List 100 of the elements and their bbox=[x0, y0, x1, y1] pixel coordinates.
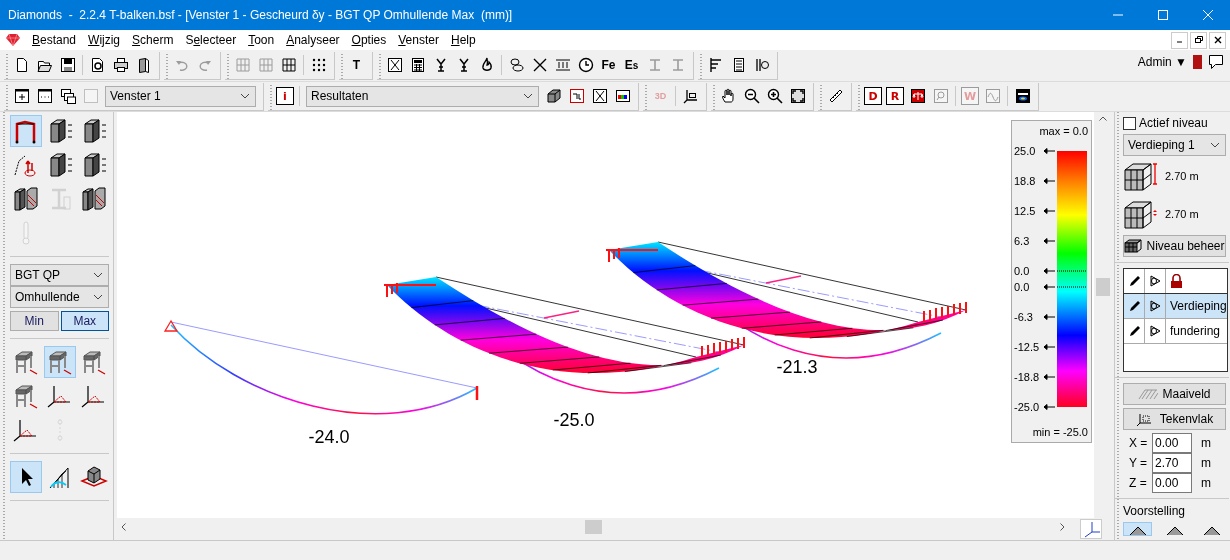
pencil-icon[interactable] bbox=[1127, 324, 1141, 338]
legend-tick-label: -12.5 bbox=[1014, 341, 1040, 353]
save-icon[interactable] bbox=[59, 57, 76, 73]
cube-icon[interactable] bbox=[545, 88, 562, 104]
block-pair-icon[interactable] bbox=[12, 185, 40, 213]
roof-icon[interactable] bbox=[1165, 525, 1184, 535]
scroll-thumb[interactable] bbox=[1096, 278, 1110, 296]
legend-tick-label: 0.0 bbox=[1014, 265, 1030, 277]
hand-icon[interactable] bbox=[720, 88, 737, 104]
menu-item[interactable]: Bestand bbox=[26, 33, 83, 47]
zoom-in-icon[interactable] bbox=[766, 88, 783, 104]
menu-item[interactable]: Wijzig bbox=[82, 33, 127, 47]
printer-icon[interactable] bbox=[112, 57, 129, 73]
load-lines-icon[interactable] bbox=[554, 57, 571, 73]
cascade-icon[interactable] bbox=[59, 88, 76, 104]
menu-item[interactable]: Help bbox=[444, 33, 482, 47]
zoom-out-icon[interactable] bbox=[743, 88, 760, 104]
r-report-button[interactable]: R bbox=[886, 87, 904, 105]
ruler-icon[interactable] bbox=[827, 88, 844, 104]
axes-icon[interactable] bbox=[682, 88, 699, 104]
menu-item[interactable]: Opties bbox=[345, 33, 393, 47]
block-pair-icon[interactable] bbox=[80, 185, 108, 213]
app-icon bbox=[6, 34, 20, 46]
print-preview-icon[interactable] bbox=[89, 57, 106, 73]
window-dropdown[interactable]: Venster 1 bbox=[105, 85, 256, 107]
eye-icon[interactable] bbox=[1148, 274, 1162, 288]
crossed-frame-icon[interactable] bbox=[591, 88, 608, 104]
close-icon[interactable] bbox=[1212, 35, 1223, 45]
blob-icon[interactable] bbox=[508, 57, 525, 73]
calculator-icon[interactable] bbox=[409, 57, 426, 73]
rebar-button[interactable]: Fe bbox=[597, 54, 620, 76]
layer-row[interactable]: Verdieping bbox=[1124, 294, 1227, 319]
tick-arrow bbox=[1043, 178, 1056, 184]
zero-line bbox=[1056, 270, 1088, 272]
new-window-icon[interactable] bbox=[13, 88, 30, 104]
menu-item[interactable]: Scherm bbox=[126, 33, 180, 47]
bracket-frame-icon[interactable] bbox=[568, 88, 585, 104]
coordinate-field[interactable]: 2.70 bbox=[1152, 453, 1192, 473]
color-text-button[interactable]: T bbox=[345, 54, 368, 76]
legend-tick-label: -18.8 bbox=[1014, 371, 1040, 383]
zero-line bbox=[1056, 286, 1088, 288]
dropdown[interactable]: BGT QP bbox=[10, 264, 109, 286]
building-icon[interactable] bbox=[12, 348, 40, 376]
zoom-fit-icon[interactable] bbox=[789, 88, 806, 104]
user-menu[interactable]: Admin ▼ bbox=[1137, 55, 1187, 69]
comment-icon[interactable] bbox=[1208, 54, 1224, 70]
dot-grid-icon[interactable] bbox=[310, 57, 327, 73]
restore-icon[interactable] bbox=[1193, 35, 1204, 45]
menu-item[interactable]: Toon bbox=[242, 33, 281, 47]
menu-item[interactable]: Venster bbox=[392, 33, 445, 47]
clock-icon[interactable] bbox=[577, 57, 594, 73]
panel-button[interactable]: Tekenvlak bbox=[1123, 408, 1226, 430]
deflection-label: -25.0 bbox=[553, 410, 595, 430]
height-value: 2.70 m bbox=[1165, 208, 1199, 220]
scroll-right-icon[interactable] bbox=[1060, 523, 1065, 531]
scroll-thumb[interactable] bbox=[584, 520, 602, 534]
grid-icon[interactable] bbox=[280, 57, 297, 73]
menu-item[interactable]: Analyseer bbox=[280, 33, 346, 47]
coordinate-label: Z = bbox=[1128, 476, 1147, 490]
building-icon[interactable] bbox=[46, 348, 74, 376]
building-icon[interactable] bbox=[80, 348, 108, 376]
level-manager-button[interactable]: Niveau beheer bbox=[1123, 235, 1226, 257]
maximize-icon[interactable] bbox=[1157, 10, 1168, 20]
pencil-icon[interactable] bbox=[1127, 299, 1141, 313]
status-flag bbox=[1193, 55, 1202, 69]
layer-row[interactable]: fundering bbox=[1124, 319, 1227, 344]
view-dropdown[interactable]: Resultaten bbox=[306, 85, 539, 107]
coordinate-field[interactable]: 0.00 bbox=[1152, 473, 1192, 493]
panel-button[interactable]: Maaiveld bbox=[1123, 383, 1226, 405]
coordinate-label: X = bbox=[1128, 436, 1147, 450]
pencil-icon[interactable] bbox=[1127, 274, 1141, 288]
coordinate-field[interactable]: 0.00 bbox=[1152, 433, 1192, 453]
layer-name: Verdieping bbox=[1170, 299, 1227, 313]
level-dropdown[interactable]: Verdieping 1 bbox=[1123, 134, 1226, 156]
window-icon[interactable] bbox=[36, 88, 53, 104]
roof-icon[interactable] bbox=[1202, 525, 1221, 535]
crossed-frame-icon[interactable] bbox=[386, 57, 403, 73]
checkbox-label: Actief niveau bbox=[1139, 116, 1208, 130]
dropdown[interactable]: Omhullende bbox=[10, 286, 109, 308]
palette-icon[interactable] bbox=[614, 88, 631, 104]
color-bar-icon[interactable] bbox=[1014, 88, 1031, 104]
cross-icon[interactable] bbox=[531, 57, 548, 73]
section-label: Voorstelling bbox=[1123, 504, 1187, 518]
tick-arrow bbox=[1043, 314, 1056, 320]
d-report-button[interactable]: D bbox=[864, 87, 882, 105]
scroll-left-icon[interactable] bbox=[121, 523, 126, 531]
tick-arrow bbox=[1043, 284, 1056, 290]
toggle-button[interactable]: Min bbox=[10, 311, 59, 331]
scroll-up-icon[interactable] bbox=[1099, 116, 1107, 121]
info-button[interactable]: i bbox=[276, 87, 294, 105]
building-icon[interactable] bbox=[12, 382, 40, 410]
toggle-button[interactable]: Max bbox=[60, 311, 109, 331]
tick-arrow bbox=[1043, 404, 1056, 410]
roof-icon[interactable] bbox=[1128, 525, 1147, 535]
lock-icon[interactable] bbox=[1170, 274, 1183, 288]
checkbox[interactable] bbox=[1123, 116, 1136, 130]
eye-icon[interactable] bbox=[1148, 324, 1162, 338]
menu-item[interactable]: Selecteer bbox=[179, 33, 243, 47]
eye-icon[interactable] bbox=[1148, 299, 1162, 313]
scales-icon[interactable] bbox=[909, 88, 926, 104]
